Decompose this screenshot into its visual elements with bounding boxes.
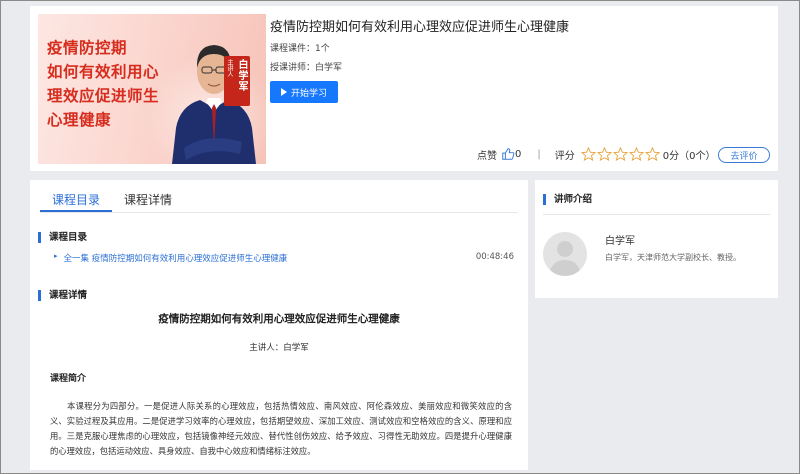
- score-value: 0分: [662, 150, 680, 162]
- detail-lecturer: 主讲人：白学军: [249, 343, 309, 353]
- triangle-right-icon: ▸: [54, 252, 58, 260]
- cover-title-line: 疫情防控期: [47, 39, 128, 57]
- rating-count: （0个）: [679, 150, 716, 162]
- star-icon[interactable]: [644, 147, 660, 161]
- catalog-item-duration: 00:48:46: [475, 252, 514, 262]
- score-label: 评分: [554, 150, 575, 162]
- tab-divider: [40, 212, 518, 213]
- cover-lecturer-tag: 主讲人 白学军: [224, 56, 250, 106]
- detail-heading: 课程详情: [38, 290, 87, 301]
- star-icon[interactable]: [596, 147, 612, 161]
- catalog-list-item[interactable]: ▸ 全一集 疫情防控期如何有效利用心理效应促进师生心理健康 00:48:46: [54, 252, 514, 264]
- like-label: 点赞: [477, 150, 497, 162]
- course-header-card: 疫情防控期 如何有效利用心 理效应促进师生 心理健康 主讲人 白学军 疫情防控期…: [30, 6, 778, 171]
- star-icon[interactable]: [580, 147, 596, 161]
- teacher-avatar: [543, 232, 587, 276]
- catalog-item-title[interactable]: 全一集 疫情防控期如何有效利用心理效应促进师生心理健康: [64, 252, 288, 264]
- user-silhouette-icon: [549, 241, 581, 276]
- tab-detail[interactable]: 课程详情: [112, 192, 184, 212]
- teacher-description: 白学军，天津师范大学副校长、教授。: [605, 253, 741, 262]
- cover-lecturer-name: 白学军: [236, 59, 247, 92]
- star-icon[interactable]: [612, 147, 628, 161]
- start-learning-label: 开始学习: [290, 88, 327, 99]
- evaluate-button[interactable]: 去评价: [718, 147, 770, 163]
- teacher-name: 白学军: [605, 236, 635, 247]
- tab-catalog[interactable]: 课程目录: [40, 192, 113, 212]
- rating-stars[interactable]: [580, 147, 661, 161]
- cover-title: 疫情防控期 如何有效利用心 理效应促进师生 心理健康: [47, 36, 177, 132]
- intro-text: 本课程分为四部分。一是促进人际关系的心理效应，包括热情效应、南风效应、阿伦森效应…: [50, 401, 512, 456]
- star-icon[interactable]: [628, 147, 644, 161]
- intro-heading: 课程简介: [50, 374, 87, 384]
- start-learning-button[interactable]: 开始学习: [270, 81, 338, 103]
- teacher-heading: 讲师介绍: [543, 194, 592, 205]
- cover-title-line: 心理健康: [47, 111, 112, 129]
- cover-lecturer-role: 主讲人: [226, 59, 233, 77]
- content-tabs: 课程目录 课程详情: [40, 192, 184, 212]
- course-cover-image[interactable]: 疫情防控期 如何有效利用心 理效应促进师生 心理健康 主讲人 白学军: [38, 14, 266, 164]
- course-lecturer: 授课讲师：白学军: [270, 63, 343, 73]
- course-title: 疫情防控期如何有效利用心理效应促进师生心理健康: [270, 20, 570, 35]
- play-icon: [280, 88, 287, 96]
- detail-title: 疫情防控期如何有效利用心理效应促进师生心理健康: [158, 313, 400, 325]
- rating-row: 点赞 0 | 评分 0分 （0个）: [477, 146, 716, 162]
- teacher-intro-card: 讲师介绍 白学军 白学军，天津师范大学副校长、教授。: [535, 180, 778, 298]
- thumbs-up-icon[interactable]: [501, 147, 515, 161]
- cover-title-line: 理效应促进师生: [47, 87, 160, 105]
- catalog-heading: 课程目录: [38, 232, 87, 243]
- cover-title-line: 如何有效利用心: [47, 63, 160, 81]
- teacher-divider: [543, 214, 770, 215]
- courseware-count: 课程课件：1个: [270, 44, 330, 54]
- rating-separator: |: [537, 148, 541, 160]
- like-count: 0: [515, 148, 522, 160]
- course-content-card: 课程目录 课程详情 课程目录 ▸ 全一集 疫情防控期如何有效利用心理效应促进师生…: [30, 180, 528, 470]
